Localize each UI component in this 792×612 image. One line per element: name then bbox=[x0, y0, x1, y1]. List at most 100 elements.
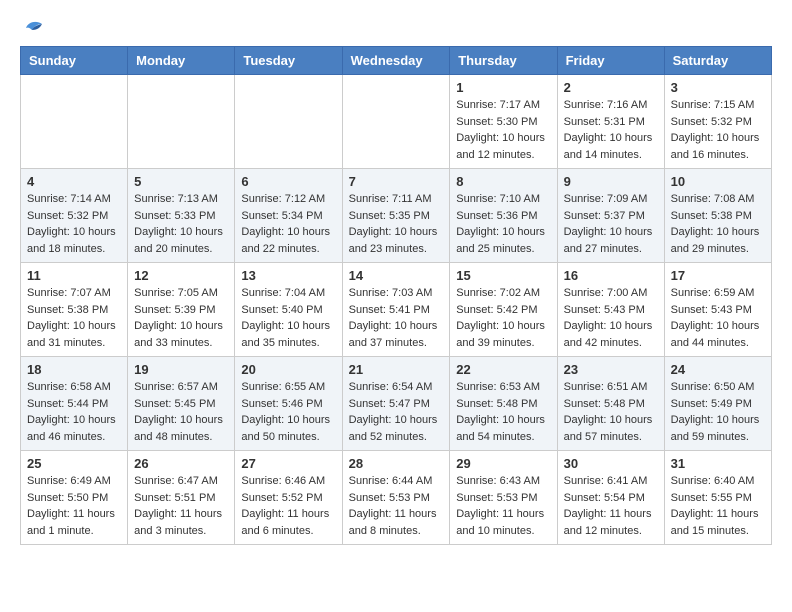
day-number: 5 bbox=[134, 174, 228, 189]
calendar-cell: 7 Sunrise: 7:11 AM Sunset: 5:35 PM Daylig… bbox=[342, 169, 450, 263]
calendar-cell bbox=[21, 75, 128, 169]
logo bbox=[20, 20, 44, 36]
calendar-cell: 16 Sunrise: 7:00 AM Sunset: 5:43 PM Dayli… bbox=[557, 263, 664, 357]
day-number: 21 bbox=[349, 362, 444, 377]
weekday-header-wednesday: Wednesday bbox=[342, 47, 450, 75]
calendar-cell: 1 Sunrise: 7:17 AM Sunset: 5:30 PM Daylig… bbox=[450, 75, 557, 169]
calendar-cell: 11Sunrise: 7:07 AM Sunset: 5:38 PM Dayli… bbox=[21, 263, 128, 357]
weekday-header-monday: Monday bbox=[128, 47, 235, 75]
day-info: Sunrise: 7:05 AM Sunset: 5:39 PM Dayligh… bbox=[134, 285, 228, 351]
day-number: 4 bbox=[27, 174, 121, 189]
calendar-header-row: SundayMondayTuesdayWednesdayThursdayFrid… bbox=[21, 47, 772, 75]
day-info: Sunrise: 7:14 AM Sunset: 5:32 PM Dayligh… bbox=[27, 191, 121, 257]
calendar-week-4: 18 Sunrise: 6:58 AM Sunset: 5:44 PM Dayli… bbox=[21, 357, 772, 451]
day-info: Sunrise: 6:51 AM Sunset: 5:48 PM Dayligh… bbox=[564, 379, 658, 445]
calendar-cell: 12 Sunrise: 7:05 AM Sunset: 5:39 PM Dayli… bbox=[128, 263, 235, 357]
day-number: 13 bbox=[241, 268, 335, 283]
day-number: 29 bbox=[456, 456, 550, 471]
day-number: 17 bbox=[671, 268, 765, 283]
calendar-cell: 5 Sunrise: 7:13 AM Sunset: 5:33 PM Daylig… bbox=[128, 169, 235, 263]
calendar-cell: 4 Sunrise: 7:14 AM Sunset: 5:32 PM Daylig… bbox=[21, 169, 128, 263]
day-number: 23 bbox=[564, 362, 658, 377]
day-info: Sunrise: 6:55 AM Sunset: 5:46 PM Dayligh… bbox=[241, 379, 335, 445]
day-info: Sunrise: 6:40 AM Sunset: 5:55 PM Dayligh… bbox=[671, 473, 765, 539]
calendar-cell: 19 Sunrise: 6:57 AM Sunset: 5:45 PM Dayli… bbox=[128, 357, 235, 451]
day-number: 19 bbox=[134, 362, 228, 377]
day-info: Sunrise: 7:10 AM Sunset: 5:36 PM Dayligh… bbox=[456, 191, 550, 257]
day-number: 30 bbox=[564, 456, 658, 471]
day-info: Sunrise: 6:44 AM Sunset: 5:53 PM Dayligh… bbox=[349, 473, 444, 539]
day-info: Sunrise: 7:07 AM Sunset: 5:38 PM Dayligh… bbox=[27, 285, 121, 351]
day-number: 2 bbox=[564, 80, 658, 95]
weekday-header-tuesday: Tuesday bbox=[235, 47, 342, 75]
calendar-cell: 27 Sunrise: 6:46 AM Sunset: 5:52 PM Dayli… bbox=[235, 451, 342, 545]
day-info: Sunrise: 6:50 AM Sunset: 5:49 PM Dayligh… bbox=[671, 379, 765, 445]
calendar-cell bbox=[235, 75, 342, 169]
calendar-cell: 8 Sunrise: 7:10 AM Sunset: 5:36 PM Daylig… bbox=[450, 169, 557, 263]
day-number: 7 bbox=[349, 174, 444, 189]
day-info: Sunrise: 6:41 AM Sunset: 5:54 PM Dayligh… bbox=[564, 473, 658, 539]
day-info: Sunrise: 7:12 AM Sunset: 5:34 PM Dayligh… bbox=[241, 191, 335, 257]
day-info: Sunrise: 7:09 AM Sunset: 5:37 PM Dayligh… bbox=[564, 191, 658, 257]
day-info: Sunrise: 7:11 AM Sunset: 5:35 PM Dayligh… bbox=[349, 191, 444, 257]
calendar-cell: 6Sunrise: 7:12 AM Sunset: 5:34 PM Daylig… bbox=[235, 169, 342, 263]
calendar-cell: 15 Sunrise: 7:02 AM Sunset: 5:42 PM Dayli… bbox=[450, 263, 557, 357]
day-number: 26 bbox=[134, 456, 228, 471]
day-info: Sunrise: 7:15 AM Sunset: 5:32 PM Dayligh… bbox=[671, 97, 765, 163]
day-number: 16 bbox=[564, 268, 658, 283]
calendar-week-2: 4 Sunrise: 7:14 AM Sunset: 5:32 PM Daylig… bbox=[21, 169, 772, 263]
calendar-cell: 17 Sunrise: 6:59 AM Sunset: 5:43 PM Dayli… bbox=[664, 263, 771, 357]
day-info: Sunrise: 7:08 AM Sunset: 5:38 PM Dayligh… bbox=[671, 191, 765, 257]
calendar-cell bbox=[128, 75, 235, 169]
day-number: 9 bbox=[564, 174, 658, 189]
day-info: Sunrise: 6:46 AM Sunset: 5:52 PM Dayligh… bbox=[241, 473, 335, 539]
day-info: Sunrise: 6:43 AM Sunset: 5:53 PM Dayligh… bbox=[456, 473, 550, 539]
day-number: 18 bbox=[27, 362, 121, 377]
day-number: 12 bbox=[134, 268, 228, 283]
calendar-cell bbox=[342, 75, 450, 169]
calendar-week-1: 1 Sunrise: 7:17 AM Sunset: 5:30 PM Daylig… bbox=[21, 75, 772, 169]
day-number: 8 bbox=[456, 174, 550, 189]
day-number: 27 bbox=[241, 456, 335, 471]
calendar-cell: 2 Sunrise: 7:16 AM Sunset: 5:31 PM Daylig… bbox=[557, 75, 664, 169]
calendar-cell: 31 Sunrise: 6:40 AM Sunset: 5:55 PM Dayli… bbox=[664, 451, 771, 545]
day-number: 31 bbox=[671, 456, 765, 471]
day-info: Sunrise: 7:17 AM Sunset: 5:30 PM Dayligh… bbox=[456, 97, 550, 163]
weekday-header-sunday: Sunday bbox=[21, 47, 128, 75]
weekday-header-thursday: Thursday bbox=[450, 47, 557, 75]
calendar-cell: 3 Sunrise: 7:15 AM Sunset: 5:32 PM Daylig… bbox=[664, 75, 771, 169]
day-number: 14 bbox=[349, 268, 444, 283]
day-number: 10 bbox=[671, 174, 765, 189]
day-info: Sunrise: 6:59 AM Sunset: 5:43 PM Dayligh… bbox=[671, 285, 765, 351]
calendar-cell: 13Sunrise: 7:04 AM Sunset: 5:40 PM Dayli… bbox=[235, 263, 342, 357]
calendar-cell: 29 Sunrise: 6:43 AM Sunset: 5:53 PM Dayli… bbox=[450, 451, 557, 545]
day-info: Sunrise: 7:00 AM Sunset: 5:43 PM Dayligh… bbox=[564, 285, 658, 351]
weekday-header-friday: Friday bbox=[557, 47, 664, 75]
day-info: Sunrise: 6:58 AM Sunset: 5:44 PM Dayligh… bbox=[27, 379, 121, 445]
day-info: Sunrise: 6:57 AM Sunset: 5:45 PM Dayligh… bbox=[134, 379, 228, 445]
calendar-cell: 21Sunrise: 6:54 AM Sunset: 5:47 PM Dayli… bbox=[342, 357, 450, 451]
calendar-week-5: 25Sunrise: 6:49 AM Sunset: 5:50 PM Dayli… bbox=[21, 451, 772, 545]
calendar-cell: 20Sunrise: 6:55 AM Sunset: 5:46 PM Dayli… bbox=[235, 357, 342, 451]
day-number: 24 bbox=[671, 362, 765, 377]
day-number: 15 bbox=[456, 268, 550, 283]
day-number: 28 bbox=[349, 456, 444, 471]
day-number: 3 bbox=[671, 80, 765, 95]
day-info: Sunrise: 7:13 AM Sunset: 5:33 PM Dayligh… bbox=[134, 191, 228, 257]
calendar-week-3: 11Sunrise: 7:07 AM Sunset: 5:38 PM Dayli… bbox=[21, 263, 772, 357]
calendar-cell: 23 Sunrise: 6:51 AM Sunset: 5:48 PM Dayli… bbox=[557, 357, 664, 451]
day-info: Sunrise: 6:47 AM Sunset: 5:51 PM Dayligh… bbox=[134, 473, 228, 539]
page-header bbox=[20, 20, 772, 36]
calendar-cell: 10 Sunrise: 7:08 AM Sunset: 5:38 PM Dayli… bbox=[664, 169, 771, 263]
weekday-header-saturday: Saturday bbox=[664, 47, 771, 75]
day-info: Sunrise: 7:16 AM Sunset: 5:31 PM Dayligh… bbox=[564, 97, 658, 163]
day-number: 1 bbox=[456, 80, 550, 95]
calendar-cell: 22Sunrise: 6:53 AM Sunset: 5:48 PM Dayli… bbox=[450, 357, 557, 451]
day-info: Sunrise: 7:03 AM Sunset: 5:41 PM Dayligh… bbox=[349, 285, 444, 351]
day-number: 22 bbox=[456, 362, 550, 377]
calendar-table: SundayMondayTuesdayWednesdayThursdayFrid… bbox=[20, 46, 772, 545]
day-info: Sunrise: 7:02 AM Sunset: 5:42 PM Dayligh… bbox=[456, 285, 550, 351]
calendar-cell: 24 Sunrise: 6:50 AM Sunset: 5:49 PM Dayli… bbox=[664, 357, 771, 451]
calendar-cell: 25Sunrise: 6:49 AM Sunset: 5:50 PM Dayli… bbox=[21, 451, 128, 545]
day-info: Sunrise: 6:49 AM Sunset: 5:50 PM Dayligh… bbox=[27, 473, 121, 539]
